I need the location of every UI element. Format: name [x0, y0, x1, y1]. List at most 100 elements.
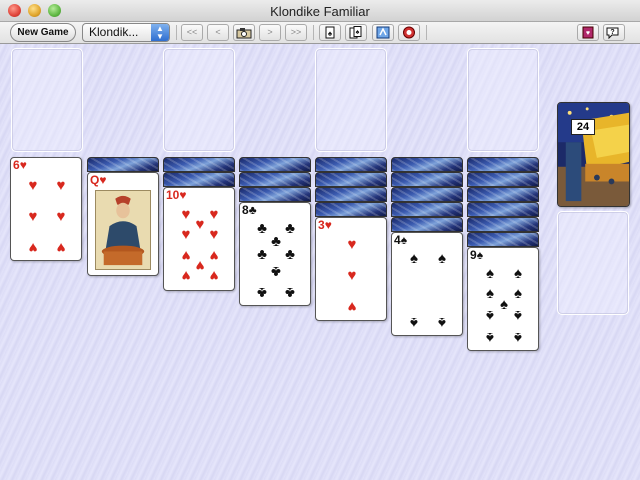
- toolbar-separator: [176, 25, 177, 40]
- tableau-2-top-card[interactable]: Q♥: [87, 172, 159, 276]
- svg-text:♥: ♥: [586, 30, 590, 37]
- spade-pip-icon: ♠: [410, 314, 418, 331]
- autoplay-all-button[interactable]: ♠: [345, 24, 367, 41]
- card-back-icon: ♥: [582, 26, 594, 39]
- autoplay-all-icon: ♠: [349, 26, 362, 39]
- game-type-value: Klondik...: [89, 25, 139, 39]
- foundation-slot-2[interactable]: [163, 48, 235, 152]
- face-down-card: [391, 217, 463, 232]
- face-down-card: [315, 172, 387, 187]
- face-down-card: [239, 172, 311, 187]
- game-type-select[interactable]: Klondik... ▲ ▼: [82, 23, 170, 42]
- club-pip-icon: ♣: [285, 246, 295, 263]
- heart-pip-icon: ♥: [56, 177, 66, 194]
- heart-pip-icon: ♥: [347, 298, 357, 315]
- club-pip-icon: ♣: [285, 220, 295, 237]
- help-hint-button[interactable]: [398, 24, 420, 41]
- card-index: 10♥: [166, 188, 187, 202]
- waste-slot[interactable]: [557, 211, 629, 315]
- deal-settings-button[interactable]: [372, 24, 394, 41]
- heart-pip-icon: ♥: [28, 177, 38, 194]
- face-down-card: [467, 217, 539, 232]
- face-down-card: [315, 202, 387, 217]
- spade-pip-icon: ♠: [486, 265, 494, 282]
- heart-pip-icon: ♥: [347, 236, 357, 253]
- face-down-card: [467, 232, 539, 247]
- title-bar: Klondike Familiar: [0, 0, 640, 22]
- face-down-card: [391, 202, 463, 217]
- club-pip-icon: ♣: [257, 246, 267, 263]
- foundation-slot-4[interactable]: [467, 48, 539, 152]
- face-down-card: [391, 157, 463, 172]
- spade-pip-icon: ♠: [514, 285, 522, 302]
- face-down-card: [239, 157, 311, 172]
- spade-pip-icon: ♠: [486, 329, 494, 346]
- face-down-card: [239, 187, 311, 202]
- spade-pip-icon: ♠: [410, 250, 418, 267]
- spade-pip-icon: ♠: [486, 307, 494, 324]
- face-down-card: [87, 157, 159, 172]
- face-down-card: [467, 187, 539, 202]
- toolbar-separator: [313, 25, 314, 40]
- face-down-card: [467, 172, 539, 187]
- undo-button[interactable]: <: [207, 24, 229, 41]
- heart-pip-icon: ♥: [181, 226, 191, 243]
- svg-text:?: ?: [610, 29, 614, 36]
- card-index: 8♣: [242, 203, 257, 217]
- camera-icon: [236, 28, 252, 39]
- card-index: 6♥: [13, 158, 27, 172]
- card-index: 4♠: [394, 233, 408, 247]
- window-title: Klondike Familiar: [270, 4, 370, 19]
- heart-pip-icon: ♥: [28, 239, 38, 256]
- face-down-card: [163, 157, 235, 172]
- heart-pip-icon: ♥: [347, 267, 357, 284]
- tableau-4-top-card[interactable]: 8♣ ♣ ♣ ♣ ♣ ♣ ♣ ♣ ♣: [239, 202, 311, 306]
- face-down-card: [315, 187, 387, 202]
- queen-portrait: [95, 190, 151, 270]
- autoplay-icon: ♠: [325, 26, 335, 39]
- new-game-button[interactable]: New Game: [10, 23, 76, 42]
- card-index: Q♥: [90, 173, 107, 187]
- svg-text:♠: ♠: [356, 29, 360, 36]
- spade-pip-icon: ♠: [514, 265, 522, 282]
- help-lifebuoy-icon: [403, 26, 415, 39]
- heart-pip-icon: ♥: [209, 247, 219, 264]
- snapshot-button[interactable]: [233, 24, 255, 41]
- tableau-5-top-card[interactable]: 3♥ ♥ ♥ ♥: [315, 217, 387, 321]
- heart-pip-icon: ♥: [56, 208, 66, 225]
- toolbar: New Game Klondik... ▲ ▼ << < > >> ♠ ♠ ♥ …: [0, 22, 640, 44]
- face-down-card: [315, 157, 387, 172]
- club-pip-icon: ♣: [257, 284, 267, 301]
- heart-pip-icon: ♥: [28, 208, 38, 225]
- redo-all-button[interactable]: >>: [285, 24, 307, 41]
- tableau-7-top-card[interactable]: 9♠ ♠ ♠ ♠ ♠ ♠ ♠ ♠ ♠ ♠: [467, 247, 539, 351]
- foundation-slot-1[interactable]: [11, 48, 83, 152]
- face-down-card: [163, 172, 235, 187]
- face-down-card: [391, 187, 463, 202]
- select-arrows-icon: ▲ ▼: [151, 24, 169, 41]
- spade-pip-icon: ♠: [438, 250, 446, 267]
- undo-all-button[interactable]: <<: [181, 24, 203, 41]
- spade-pip-icon: ♠: [438, 314, 446, 331]
- heart-pip-icon: ♥: [209, 226, 219, 243]
- card-index: 9♠: [470, 248, 484, 262]
- heart-pip-icon: ♥: [56, 239, 66, 256]
- heart-pip-icon: ♥: [209, 206, 219, 223]
- club-pip-icon: ♣: [285, 284, 295, 301]
- deal-settings-icon: [376, 26, 390, 39]
- autoplay-button[interactable]: ♠: [319, 24, 341, 41]
- redo-button[interactable]: >: [259, 24, 281, 41]
- help-button[interactable]: ?: [603, 24, 625, 41]
- stock-pile[interactable]: 24: [557, 102, 630, 207]
- card-back-button[interactable]: ♥: [577, 24, 599, 41]
- face-down-card: [467, 202, 539, 217]
- help-icon: ?: [606, 27, 619, 40]
- tableau-1-top-card[interactable]: 6♥ ♥ ♥ ♥ ♥ ♥ ♥: [10, 157, 82, 261]
- foundation-slot-3[interactable]: [315, 48, 387, 152]
- club-pip-icon: ♣: [271, 263, 281, 280]
- tableau-6-top-card[interactable]: 4♠ ♠ ♠ ♠ ♠: [391, 232, 463, 336]
- tableau-3-top-card[interactable]: 10♥ ♥ ♥ ♥ ♥ ♥ ♥ ♥ ♥ ♥ ♥: [163, 187, 235, 291]
- stock-count-badge: 24: [571, 119, 595, 135]
- face-down-card: [467, 157, 539, 172]
- toolbar-separator: [426, 25, 427, 40]
